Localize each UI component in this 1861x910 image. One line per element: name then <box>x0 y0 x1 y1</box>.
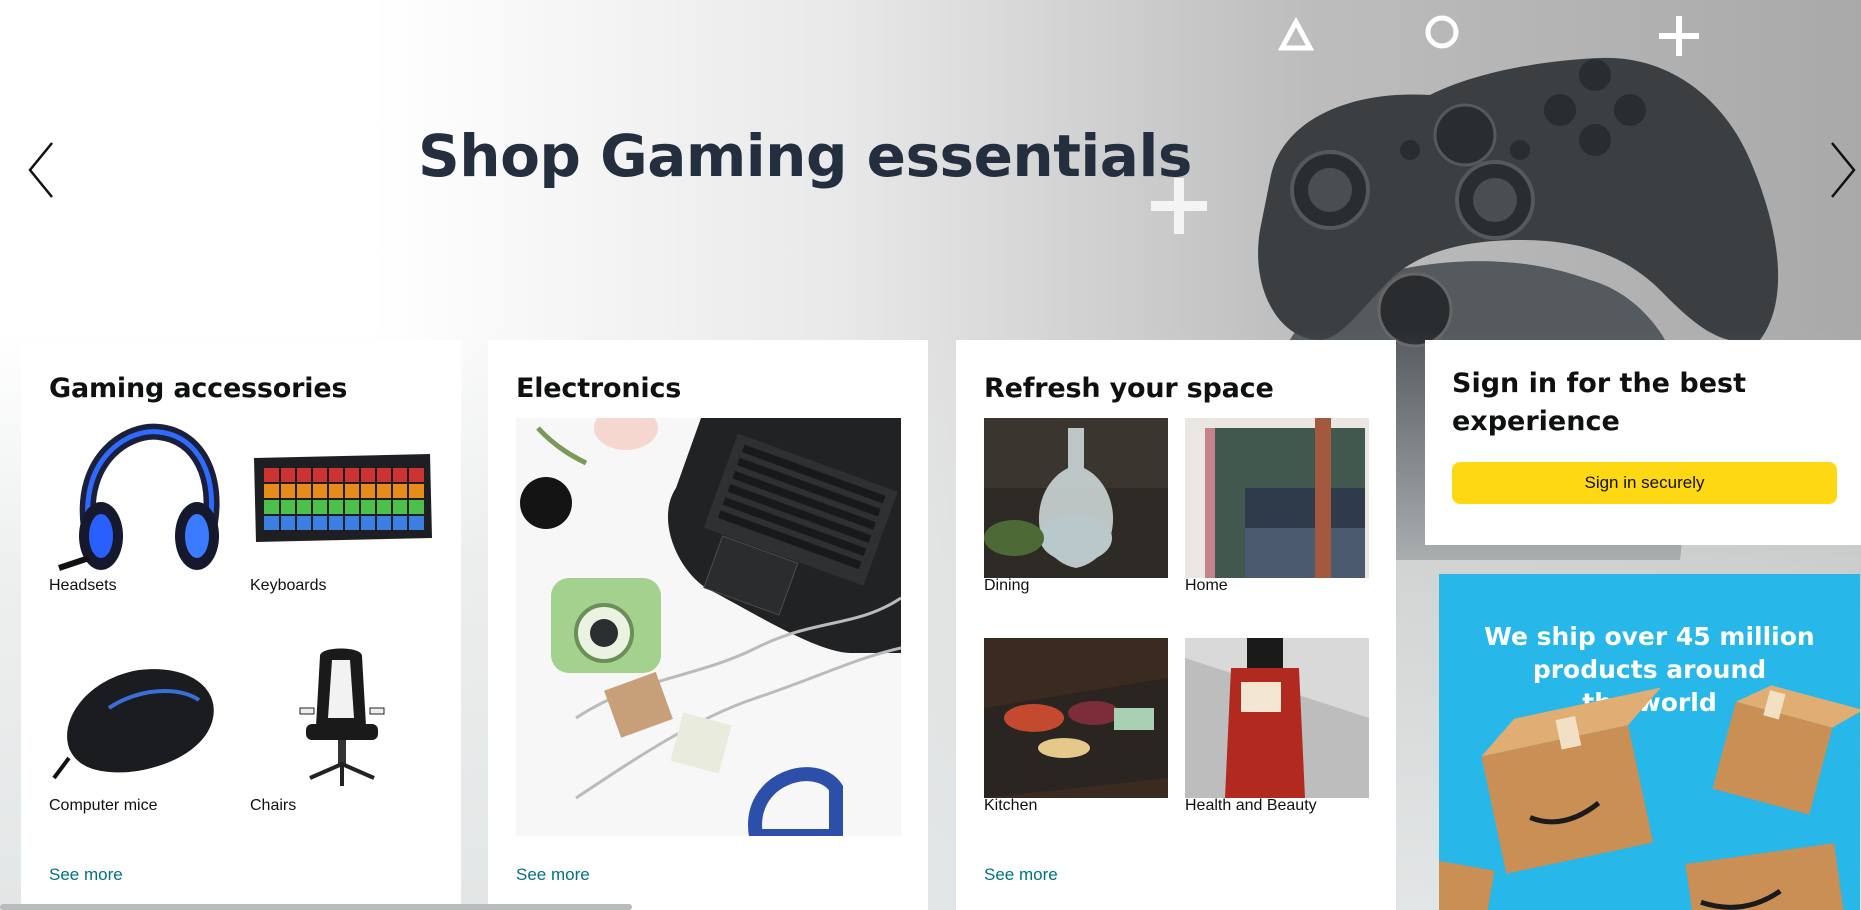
horizontal-scrollbar[interactable] <box>0 904 632 910</box>
see-more-link[interactable]: See more <box>516 865 590 885</box>
quad-health-and-beauty[interactable] <box>1185 638 1369 798</box>
quad-computer-mice[interactable] <box>49 638 233 798</box>
quad-kitchen[interactable] <box>984 638 1168 798</box>
mouse-icon <box>52 669 214 780</box>
quad-label-keyboards[interactable]: Keyboards <box>250 577 327 595</box>
electronics-card: Electronics See more <box>488 340 928 910</box>
quad-keyboards[interactable] <box>250 418 434 578</box>
quad-label-headsets[interactable]: Headsets <box>49 577 117 595</box>
boxes-icon <box>1439 685 1860 910</box>
signin-card: Sign in for the best experience Sign in … <box>1425 340 1861 545</box>
card-title: Electronics <box>516 373 682 404</box>
chair-icon <box>299 648 385 786</box>
quad-label-chairs[interactable]: Chairs <box>250 797 296 815</box>
electronics-image[interactable] <box>516 418 901 836</box>
food-platter-icon <box>984 638 1168 798</box>
gaming-accessories-card: Gaming accessories Headsets Keyboards Co… <box>21 340 461 910</box>
quad-label-kitchen[interactable]: Kitchen <box>984 797 1037 815</box>
quad-home[interactable] <box>1185 418 1369 578</box>
sign-in-button[interactable]: Sign in securely <box>1452 462 1837 504</box>
quad-chairs[interactable] <box>250 638 434 798</box>
shipping-ad[interactable]: We ship over 45 million products around … <box>1439 574 1860 910</box>
chevron-left-icon[interactable] <box>24 135 64 205</box>
headset-icon <box>58 423 220 571</box>
quad-label-computer-mice[interactable]: Computer mice <box>49 797 157 815</box>
card-title: Refresh your space <box>984 373 1274 404</box>
keyboard-icon <box>254 454 432 542</box>
bottle-icon <box>1185 638 1369 798</box>
see-more-link[interactable]: See more <box>984 865 1058 885</box>
quad-label-dining[interactable]: Dining <box>984 577 1029 595</box>
refresh-your-space-card: Refresh your space Dining Home Kitchen H… <box>956 340 1396 910</box>
carafe-icon <box>984 418 1168 578</box>
signin-title: Sign in for the best experience <box>1452 368 1746 437</box>
quad-label-home[interactable]: Home <box>1185 577 1228 595</box>
towels-icon <box>1185 418 1369 578</box>
hero-title: Shop Gaming essentials <box>418 122 1192 190</box>
chevron-right-icon[interactable] <box>1820 135 1860 205</box>
quad-headsets[interactable] <box>49 418 233 578</box>
card-title: Gaming accessories <box>49 373 348 404</box>
see-more-link[interactable]: See more <box>49 865 123 885</box>
quad-dining[interactable] <box>984 418 1168 578</box>
quad-label-health-and-beauty[interactable]: Health and Beauty <box>1185 797 1317 815</box>
